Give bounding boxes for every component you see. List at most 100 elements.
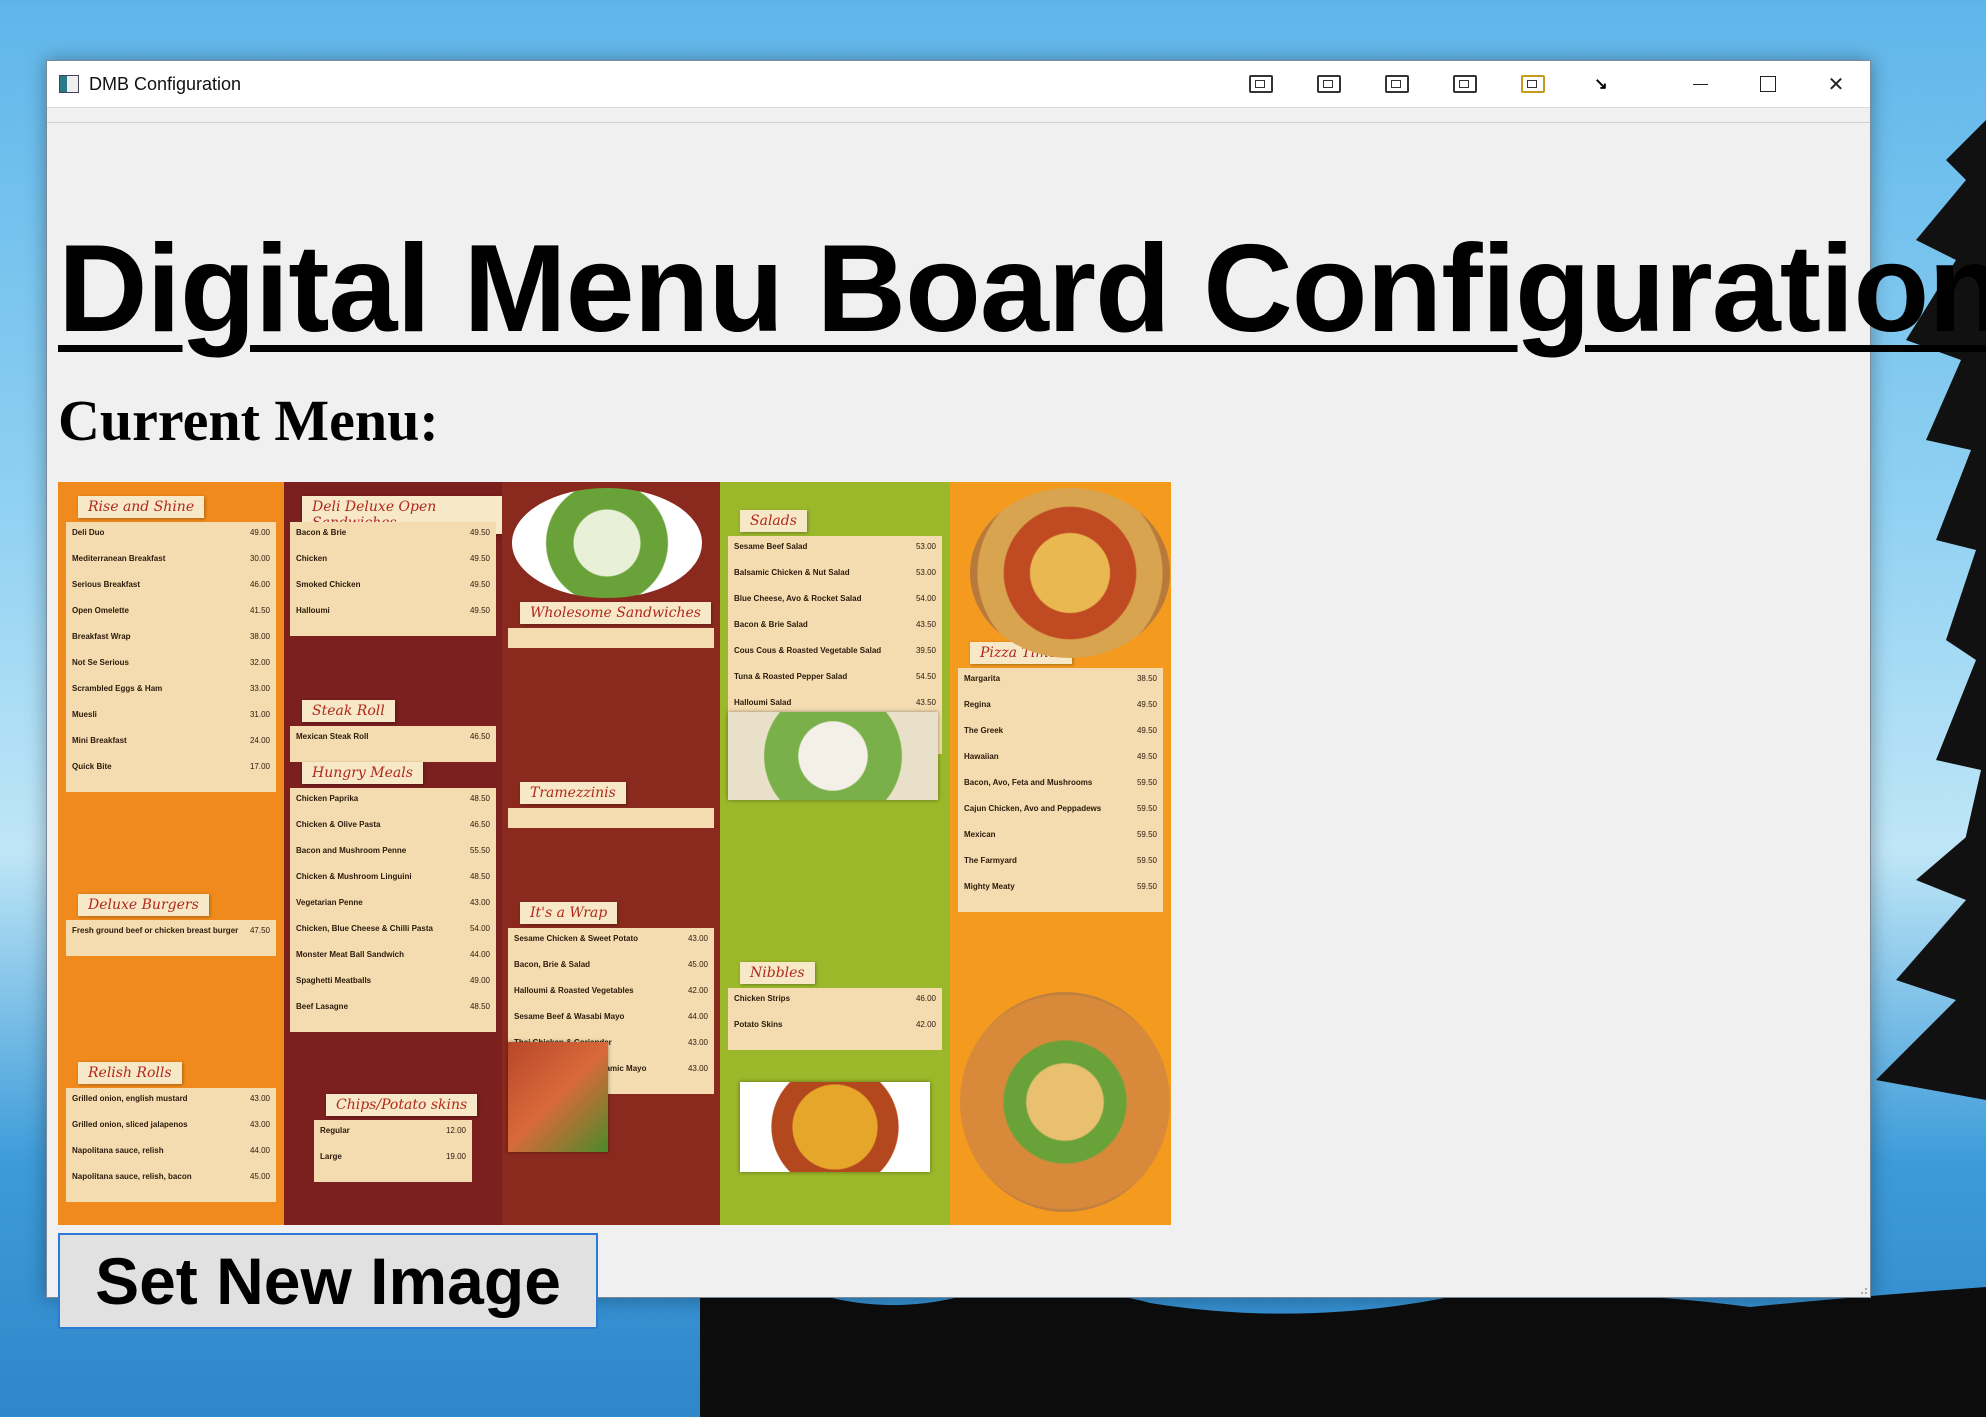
menu-item-price: 54.00 xyxy=(469,924,490,933)
food-photo xyxy=(728,712,938,800)
menu-item-price: 48.50 xyxy=(469,794,490,803)
menu-section-title: Rise and Shine xyxy=(78,496,205,518)
current-menu-label: Current Menu: xyxy=(58,388,439,453)
menu-item-name: Chicken & Olive Pasta xyxy=(296,820,381,829)
menu-item: 44.00 Monster Meat Ball Sandwich xyxy=(296,950,490,959)
page-title: Digital Menu Board Configuration xyxy=(58,220,1986,358)
menu-item-price: 59.50 xyxy=(1136,856,1157,865)
menu-item: 49.50 Smoked Chicken xyxy=(296,580,490,589)
menu-item-price: 49.50 xyxy=(469,528,490,537)
focus-icon[interactable] xyxy=(1431,61,1499,107)
menu-section-paper xyxy=(66,1088,276,1202)
menu-item: 42.00 Potato Skins xyxy=(734,1020,936,1029)
menu-item-price: 59.50 xyxy=(1136,804,1157,813)
snap-view-icon[interactable] xyxy=(1295,61,1363,107)
menu-item-name: Bacon, Brie & Salad xyxy=(514,960,591,969)
menu-item-price: 39.50 xyxy=(915,646,936,655)
menu-item-name: Bacon & Brie Salad xyxy=(734,620,808,629)
menu-item-name: Fresh ground beef or chicken breast burg… xyxy=(72,926,239,935)
menu-item: 43.00 Grilled onion, english mustard xyxy=(72,1094,270,1103)
menu-item: 49.50 The Greek xyxy=(964,726,1157,735)
menu-item-price: 49.00 xyxy=(249,528,270,537)
menu-item-price: 55.50 xyxy=(469,846,490,855)
menu-item: 49.50 Halloumi xyxy=(296,606,490,615)
menu-item-price: 49.50 xyxy=(1136,700,1157,709)
menu-item-name: Serious Breakfast xyxy=(72,580,141,589)
menu-item-name: Monster Meat Ball Sandwich xyxy=(296,950,405,959)
menu-item-name: Scrambled Eggs & Ham xyxy=(72,684,163,693)
collapse-arrow-icon[interactable]: ↘ xyxy=(1567,61,1635,107)
menu-item-name: Cajun Chicken, Avo and Peppadews xyxy=(964,804,1102,813)
menu-item-name: Mexican xyxy=(964,830,996,839)
minimize-button[interactable] xyxy=(1666,61,1734,107)
menu-item-name: Hawaiian xyxy=(964,752,999,761)
resize-grip-icon[interactable] xyxy=(1856,1283,1868,1295)
menu-item-price: 46.00 xyxy=(915,994,936,1003)
menu-item: 38.50 Margarita xyxy=(964,674,1157,683)
menu-item-price: 49.50 xyxy=(469,554,490,563)
menu-item: 32.00 Not Se Serious xyxy=(72,658,270,667)
menu-item-name: Sesame Chicken & Sweet Potato xyxy=(514,934,639,943)
app-window: DMB Configuration ↘ ✕ Digital Menu Board… xyxy=(46,60,1986,1329)
window-title: DMB Configuration xyxy=(89,73,242,94)
menu-item-name: The Greek xyxy=(964,726,1004,735)
menu-section-title: Salads xyxy=(740,510,807,532)
menu-item-price: 44.00 xyxy=(687,1012,708,1021)
menu-item: 41.50 Open Omelette xyxy=(72,606,270,615)
menu-item-name: Chicken & Mushroom Linguini xyxy=(296,872,412,881)
menu-item-name: Halloumi & Roasted Vegetables xyxy=(514,986,634,995)
compact-view-icon[interactable] xyxy=(1227,61,1295,107)
menu-section-title: Hungry Meals xyxy=(302,762,423,784)
menu-item-price: 24.00 xyxy=(249,736,270,745)
menu-section-title: Deluxe Burgers xyxy=(78,894,209,916)
menu-item-price: 38.00 xyxy=(249,632,270,641)
menu-item-price: 46.50 xyxy=(469,732,490,741)
menu-item-price: 43.00 xyxy=(687,1064,708,1073)
menu-item-price: 43.00 xyxy=(249,1120,270,1129)
menu-item-price: 59.50 xyxy=(1136,882,1157,891)
menu-section-title: Relish Rolls xyxy=(78,1062,182,1084)
menu-item-name: Breakfast Wrap xyxy=(72,632,131,641)
menu-item-name: Mexican Steak Roll xyxy=(296,732,369,741)
menu-item: 54.00 Chicken, Blue Cheese & Chilli Pasta xyxy=(296,924,490,933)
menu-item-name: Not Se Serious xyxy=(72,658,129,667)
menu-item-name: Halloumi xyxy=(296,606,330,615)
menu-item-price: 53.00 xyxy=(915,568,936,577)
menu-strip xyxy=(47,108,1870,123)
menu-item-name: Deli Duo xyxy=(72,528,105,537)
menu-item-name: Bacon and Mushroom Penne xyxy=(296,846,407,855)
food-photo xyxy=(970,488,1170,658)
menu-item-price: 59.50 xyxy=(1136,830,1157,839)
menu-item-price: 30.00 xyxy=(249,554,270,563)
set-new-image-button[interactable]: Set New Image xyxy=(58,1233,598,1329)
menu-item: 54.50 Tuna & Roasted Pepper Salad xyxy=(734,672,936,681)
menu-section-title: It's a Wrap xyxy=(520,902,618,924)
highlight-icon[interactable] xyxy=(1499,61,1567,107)
menu-item-price: 49.50 xyxy=(469,606,490,615)
menu-item-price: 49.50 xyxy=(469,580,490,589)
menu-item-price: 46.00 xyxy=(249,580,270,589)
maximize-button[interactable] xyxy=(1734,61,1802,107)
menu-item-name: Chicken, Blue Cheese & Chilli Pasta xyxy=(296,924,433,933)
food-photo xyxy=(740,1082,930,1172)
close-button[interactable]: ✕ xyxy=(1802,61,1870,107)
menu-item-price: 49.00 xyxy=(469,976,490,985)
menu-item: 38.00 Breakfast Wrap xyxy=(72,632,270,641)
title-toolbar: ↘ xyxy=(1227,61,1635,107)
menu-item-name: Beef Lasagne xyxy=(296,1002,349,1011)
menu-item-name: Muesli xyxy=(72,710,97,719)
menu-section-title: Nibbles xyxy=(740,962,815,984)
menu-item: 47.50 Fresh ground beef or chicken breast… xyxy=(72,926,270,935)
menu-item-price: 12.00 xyxy=(445,1126,466,1135)
menu-item-name: Regina xyxy=(964,700,991,709)
menu-item-name: Spaghetti Meatballs xyxy=(296,976,372,985)
menu-item: 46.50 Chicken & Olive Pasta xyxy=(296,820,490,829)
food-photo xyxy=(960,992,1170,1212)
menu-item: 44.00 Napolitana sauce, relish xyxy=(72,1146,270,1155)
title-bar[interactable]: DMB Configuration ↘ ✕ xyxy=(47,61,1870,108)
menu-item-price: 32.00 xyxy=(249,658,270,667)
menu-column-pizza: Pizza Time! 38.50 Margarita 49.50 Regina 49.5… xyxy=(950,482,1171,1225)
menu-item-name: Sesame Beef & Wasabi Mayo xyxy=(514,1012,625,1021)
main-content: Digital Menu Board Configuration Current… xyxy=(58,137,1986,1329)
window-layout-icon[interactable] xyxy=(1363,61,1431,107)
